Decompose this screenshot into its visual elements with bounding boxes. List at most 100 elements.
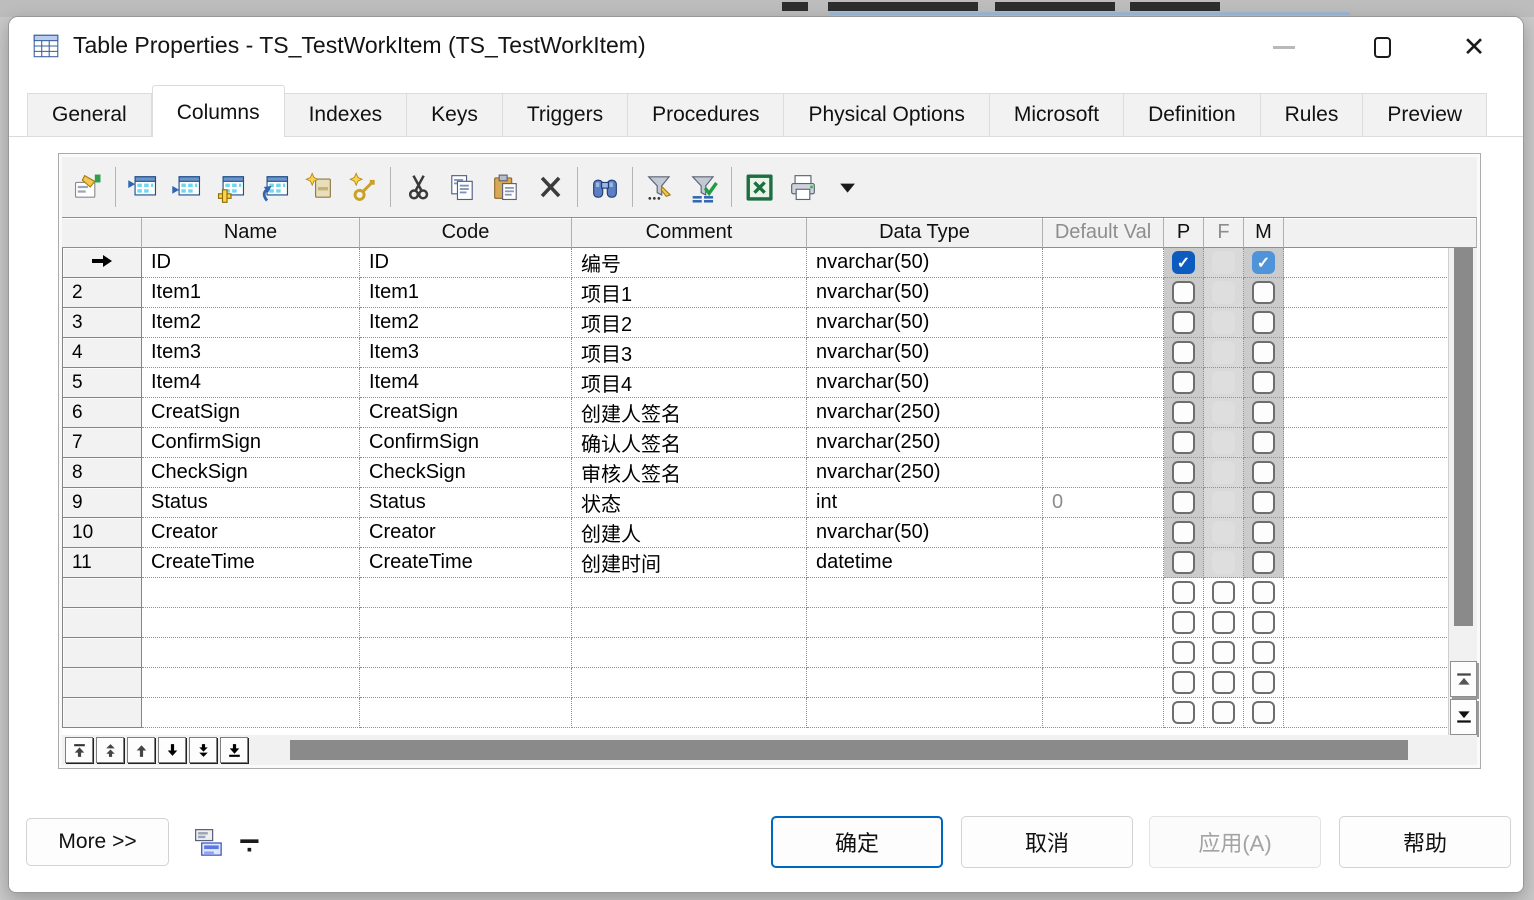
cell-code[interactable]: ID <box>360 248 572 278</box>
cell-code[interactable]: Status <box>360 488 572 518</box>
row-number-cell[interactable]: 5 <box>62 368 142 398</box>
row-number-cell[interactable]: 8 <box>62 458 142 488</box>
cell-default-value[interactable] <box>1043 548 1164 578</box>
cell-code[interactable]: CheckSign <box>360 458 572 488</box>
empty-cell[interactable] <box>360 668 572 698</box>
f-checkbox[interactable] <box>1212 611 1235 634</box>
p-checkbox[interactable] <box>1172 611 1195 634</box>
cell-code[interactable]: Item2 <box>360 308 572 338</box>
cell-code[interactable]: ConfirmSign <box>360 428 572 458</box>
row-number-cell[interactable] <box>62 638 142 668</box>
f-checkbox[interactable] <box>1212 701 1235 724</box>
cell-name[interactable]: Status <box>142 488 360 518</box>
cell-name[interactable]: CreateTime <box>142 548 360 578</box>
cell-comment[interactable]: 项目1 <box>572 278 807 308</box>
cell-default-value[interactable]: 0 <box>1043 488 1164 518</box>
cell-name[interactable]: Item2 <box>142 308 360 338</box>
more-button[interactable]: More >> <box>26 818 169 866</box>
p-checkbox[interactable] <box>1172 371 1195 394</box>
help-button[interactable]: 帮助 <box>1339 816 1511 868</box>
cell-name[interactable]: Item3 <box>142 338 360 368</box>
move-up-button[interactable] <box>127 737 155 763</box>
cell-code[interactable]: Item1 <box>360 278 572 308</box>
cell-code[interactable]: CreateTime <box>360 548 572 578</box>
cell-default-value[interactable] <box>1043 458 1164 488</box>
cell-comment[interactable]: 项目2 <box>572 308 807 338</box>
empty-cell[interactable] <box>807 698 1043 728</box>
f-checkbox[interactable] <box>1212 581 1235 604</box>
cell-default-value[interactable] <box>1043 428 1164 458</box>
row-number-cell[interactable]: 3 <box>62 308 142 338</box>
cell-default-value[interactable] <box>1043 398 1164 428</box>
cell-default-value[interactable] <box>1043 368 1164 398</box>
property-sheets-icon[interactable] <box>192 826 226 860</box>
row-number-cell[interactable]: 2 <box>62 278 142 308</box>
vertical-scrollbar[interactable] <box>1448 248 1477 735</box>
m-checkbox[interactable] <box>1252 521 1275 544</box>
cut-icon[interactable] <box>396 165 440 209</box>
row-number-cell[interactable]: 11 <box>62 548 142 578</box>
cell-data_type[interactable]: nvarchar(250) <box>807 458 1043 488</box>
m-checkbox[interactable] <box>1252 311 1275 334</box>
row-number-cell[interactable] <box>62 608 142 638</box>
close-button[interactable]: ✕ <box>1451 29 1497 65</box>
tab-rules[interactable]: Rules <box>1260 93 1364 137</box>
row-number-cell[interactable] <box>62 578 142 608</box>
scroll-to-top-button[interactable] <box>1450 661 1477 697</box>
cell-data_type[interactable]: nvarchar(50) <box>807 518 1043 548</box>
scroll-to-bottom-button[interactable] <box>1450 699 1477 735</box>
empty-cell[interactable] <box>142 638 360 668</box>
empty-cell[interactable] <box>572 578 807 608</box>
m-checkbox[interactable] <box>1252 491 1275 514</box>
cell-code[interactable]: CreatSign <box>360 398 572 428</box>
m-checkbox[interactable] <box>1252 611 1275 634</box>
row-number-cell[interactable] <box>62 668 142 698</box>
p-checkbox[interactable] <box>1172 431 1195 454</box>
vertical-scrollbar-thumb[interactable] <box>1454 248 1473 626</box>
empty-cell[interactable] <box>572 638 807 668</box>
empty-cell[interactable] <box>360 698 572 728</box>
empty-cell[interactable] <box>1043 668 1164 698</box>
m-checkbox[interactable] <box>1252 551 1275 574</box>
m-checkbox[interactable]: ✓ <box>1252 251 1275 274</box>
p-checkbox[interactable] <box>1172 311 1195 334</box>
properties-icon[interactable] <box>66 165 110 209</box>
export-excel-icon[interactable] <box>737 165 781 209</box>
insert-row-top-icon[interactable] <box>121 165 165 209</box>
p-checkbox[interactable] <box>1172 641 1195 664</box>
cell-name[interactable]: CheckSign <box>142 458 360 488</box>
row-number-cell[interactable]: 4 <box>62 338 142 368</box>
cell-code[interactable]: Item4 <box>360 368 572 398</box>
cell-data_type[interactable]: nvarchar(250) <box>807 398 1043 428</box>
p-checkbox[interactable] <box>1172 581 1195 604</box>
m-checkbox[interactable] <box>1252 371 1275 394</box>
cell-name[interactable]: ID <box>142 248 360 278</box>
cell-code[interactable]: Creator <box>360 518 572 548</box>
collapse-dash-icon[interactable] <box>233 826 267 860</box>
cell-data_type[interactable]: nvarchar(50) <box>807 248 1043 278</box>
row-number-cell[interactable] <box>62 698 142 728</box>
find-icon[interactable] <box>583 165 627 209</box>
cell-default-value[interactable] <box>1043 278 1164 308</box>
empty-cell[interactable] <box>1043 608 1164 638</box>
horizontal-scrollbar-thumb[interactable] <box>290 740 1408 760</box>
cell-comment[interactable]: 创建人 <box>572 518 807 548</box>
cell-default-value[interactable] <box>1043 518 1164 548</box>
m-checkbox[interactable] <box>1252 701 1275 724</box>
maximize-button[interactable] <box>1359 29 1405 65</box>
filter-define-icon[interactable] <box>638 165 682 209</box>
cell-data_type[interactable]: nvarchar(50) <box>807 308 1043 338</box>
tab-keys[interactable]: Keys <box>407 93 503 137</box>
copy-icon[interactable] <box>440 165 484 209</box>
cell-default-value[interactable] <box>1043 308 1164 338</box>
print-dropdown-icon[interactable] <box>825 165 869 209</box>
tab-columns[interactable]: Columns <box>151 85 285 137</box>
empty-cell[interactable] <box>1043 638 1164 668</box>
p-checkbox[interactable]: ✓ <box>1172 251 1195 274</box>
empty-cell[interactable] <box>142 578 360 608</box>
cell-data_type[interactable]: nvarchar(250) <box>807 428 1043 458</box>
tab-triggers[interactable]: Triggers <box>502 93 629 137</box>
paste-icon[interactable] <box>484 165 528 209</box>
cancel-button[interactable]: 取消 <box>961 816 1133 868</box>
generate-key-icon[interactable] <box>341 165 385 209</box>
